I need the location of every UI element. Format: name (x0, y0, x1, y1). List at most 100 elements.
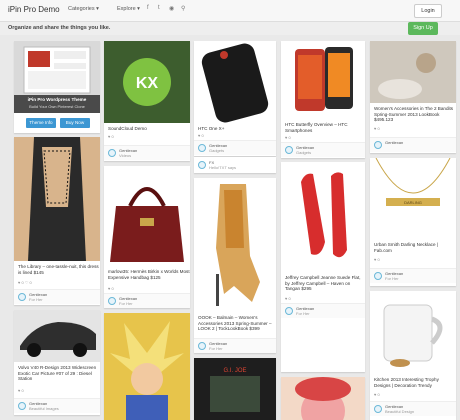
promo-subtitle: Build Your Own Pinterest Clone (29, 104, 85, 109)
buy-now-button[interactable]: Buy Now (60, 118, 90, 128)
pin-footer: Gentlexan Videos (104, 145, 190, 160)
pin-card[interactable]: marlow35: Hermès Birkin x Worlds Most Ex… (104, 166, 190, 308)
pin-card[interactable]: HTC Butterfly Overview – HTC Smartphones… (281, 41, 365, 158)
pin-board[interactable]: For Her (209, 346, 223, 351)
avatar[interactable] (285, 146, 293, 154)
pin-board[interactable]: For Her (296, 311, 310, 316)
svg-text:G.I. JOE: G.I. JOE (223, 368, 246, 374)
theme-info-button[interactable]: Theme Info (26, 118, 56, 128)
pin-footer: Gentlexan Gadgets (194, 140, 276, 155)
avatar[interactable] (18, 402, 26, 410)
pin-caption: SoundCloud Demo (108, 126, 147, 131)
pin-card[interactable]: KX SoundCloud Demo ♥ 0 Gentlexan Videos (104, 41, 190, 161)
pin-caption: Kitchen 2013 Interesting Trophy Designs … (374, 377, 439, 388)
tagline-bar: Organize and share the things you like. (0, 22, 460, 35)
avatar[interactable] (374, 141, 382, 149)
promo-image[interactable] (14, 41, 100, 113)
pin-user[interactable]: Gentlexan (385, 140, 403, 145)
comment-text: Hello!TXT says (209, 165, 237, 170)
pin-image[interactable] (281, 41, 365, 119)
facebook-icon[interactable]: f (147, 5, 149, 11)
pin-board[interactable]: For Her (119, 301, 133, 306)
pin-stats: ♥ 0 ♡ 0 (18, 280, 32, 285)
pin-footer: Gentlexan For Her (281, 303, 365, 318)
pin-card[interactable]: G.I. JOE (194, 358, 276, 420)
pin-board[interactable]: Beautiful Design (385, 409, 414, 414)
pin-footer: Gentlexan For Her (370, 268, 456, 283)
pin-image[interactable] (281, 162, 365, 272)
categories-menu[interactable]: Categories ▾ (68, 6, 99, 12)
pin-stats: ♥ 0 (374, 257, 380, 262)
pin-image[interactable] (370, 41, 456, 103)
pin-image[interactable]: DARLING (370, 158, 456, 238)
avatar[interactable] (18, 293, 26, 301)
login-button[interactable]: Login (414, 4, 442, 18)
pin-caption: HTC One X+ (198, 126, 225, 131)
pin-board[interactable]: Gadgets (296, 150, 311, 155)
explore-menu[interactable]: Explore ▾ (117, 6, 140, 12)
rss-icon[interactable]: ◉ (169, 5, 174, 12)
pin-board[interactable]: Videos (119, 153, 131, 158)
pin-image[interactable] (104, 166, 190, 266)
pin-card[interactable] (104, 313, 190, 420)
pin-image[interactable]: KX (104, 41, 190, 123)
avatar[interactable] (198, 342, 206, 350)
pin-image[interactable] (194, 41, 276, 123)
pin-caption: Volvo V40 R-Design 2013 Widescreen Exoti… (18, 365, 97, 382)
pin-caption: The Library – one-tassle-nuit, this dres… (18, 264, 99, 275)
promo-card: iPin Pro Wordpress Theme Build Your Own … (14, 41, 100, 133)
pin-footer: Gentlexan Beautiful Images (14, 398, 100, 413)
pin-image[interactable] (14, 137, 100, 261)
avatar[interactable] (374, 405, 382, 413)
avatar[interactable] (198, 144, 206, 152)
pin-card[interactable]: Kitchen 2013 Interesting Trophy Designs … (370, 291, 456, 420)
pin-image[interactable] (14, 310, 100, 362)
pin-caption: Urban Smith Darling Necklace | Fab.com (374, 242, 438, 253)
pin-card[interactable] (281, 377, 365, 420)
svg-text:KX: KX (136, 75, 159, 92)
pin-image[interactable]: G.I. JOE (194, 358, 276, 420)
pin-stats: ♥ 0 (108, 286, 114, 291)
avatar[interactable] (198, 161, 206, 169)
pin-image[interactable] (104, 313, 190, 420)
pin-card[interactable]: Jeffrey Campbell Jeanne Suede Flat, by J… (281, 162, 365, 372)
pin-card[interactable]: OOOK – Balmain – Women's Accessories 201… (194, 178, 276, 353)
avatar[interactable] (108, 149, 116, 157)
pin-footer: Gentlexan Beautiful Design (370, 401, 456, 416)
pin-stats: ♥ 0 (285, 296, 291, 301)
pin-image[interactable] (370, 291, 456, 373)
svg-text:DARLING: DARLING (404, 200, 422, 205)
pin-footer: Gentlexan For Her (14, 289, 100, 304)
avatar[interactable] (108, 297, 116, 305)
top-navbar: iPin Pro Demo Categories ▾ Explore ▾ f t… (0, 0, 460, 22)
brand-logo[interactable]: iPin Pro Demo (8, 5, 60, 14)
search-icon[interactable]: ⚲ (181, 5, 185, 12)
pin-caption: marlow35: Hermès Birkin x Worlds Most Ex… (108, 269, 190, 280)
twitter-icon[interactable]: t (158, 5, 160, 11)
pin-caption: HTC Butterfly Overview – HTC Smartphones (285, 122, 348, 133)
pin-stats: ♥ 0 (285, 135, 291, 140)
pin-image[interactable] (194, 178, 276, 312)
pin-stats: ♥ 0 (374, 126, 380, 131)
pin-image[interactable] (281, 377, 365, 420)
pin-board[interactable]: Beautiful Images (29, 406, 59, 411)
pin-caption: OOOK – Balmain – Women's Accessories 201… (198, 315, 272, 332)
pin-stats: ♥ 0 (108, 134, 114, 139)
pin-caption: Jeffrey Campbell Jeanne Suede Flat, by J… (285, 275, 361, 292)
pin-card[interactable]: Volvo V40 R-Design 2013 Widescreen Exoti… (14, 310, 100, 415)
pin-card[interactable]: HTC One X+ ♥ 0 Gentlexan Gadgets (194, 41, 276, 156)
signup-button[interactable]: Sign Up (408, 22, 438, 35)
pin-stats: ♥ 0 (198, 133, 204, 138)
pin-card[interactable]: The Library – one-tassle-nuit, this dres… (14, 137, 100, 305)
pin-card[interactable]: DARLING Urban Smith Darling Necklace | F… (370, 158, 456, 286)
pin-footer: Gentlexan Gadgets (281, 142, 365, 157)
pin-footer: Gentlexan (370, 137, 456, 152)
pin-board[interactable]: For Her (29, 297, 43, 302)
avatar[interactable] (374, 272, 382, 280)
pin-card[interactable]: Women's Accessories in The 2 Bandits Spr… (370, 41, 456, 153)
pin-board[interactable]: For Her (385, 276, 399, 281)
pin-stats: ♥ 0 (18, 388, 24, 393)
pin-board[interactable]: Gadgets (209, 148, 224, 153)
avatar[interactable] (285, 307, 293, 315)
pin-caption: Women's Accessories in The 2 Bandits Spr… (374, 106, 454, 123)
